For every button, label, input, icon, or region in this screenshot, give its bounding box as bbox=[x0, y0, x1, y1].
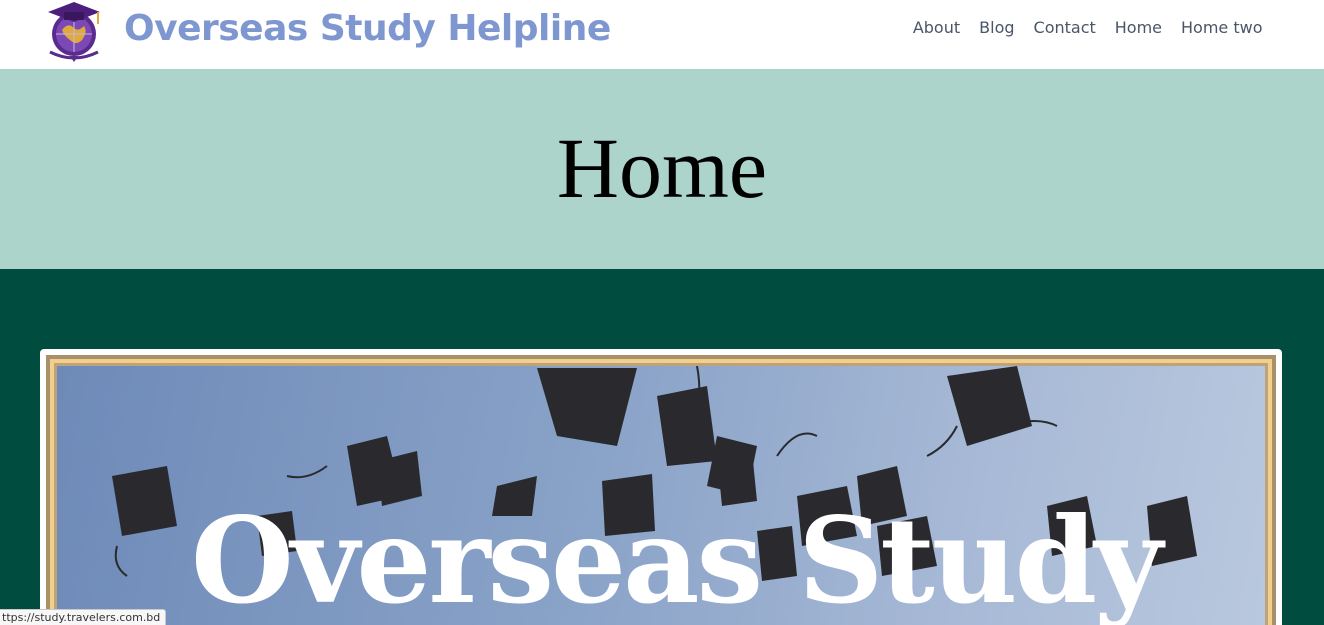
nav-about[interactable]: About bbox=[903, 17, 969, 39]
site-header: Overseas Study Helpline About Blog Conta… bbox=[0, 0, 1324, 69]
main-nav: About Blog Contact Home Home two bbox=[903, 17, 1272, 39]
hero-heading: Overseas Study bbox=[191, 491, 1163, 625]
nav-contact[interactable]: Contact bbox=[1024, 17, 1105, 39]
site-title[interactable]: Overseas Study Helpline bbox=[124, 6, 611, 52]
page-title-banner: Home bbox=[0, 69, 1324, 269]
status-bar-url: ttps://study.travelers.com.bd bbox=[0, 609, 167, 625]
nav-blog[interactable]: Blog bbox=[970, 17, 1024, 39]
hero-card: Overseas Study bbox=[40, 349, 1282, 625]
nav-home[interactable]: Home bbox=[1105, 17, 1171, 39]
page-title: Home bbox=[556, 120, 768, 216]
nav-home-two[interactable]: Home two bbox=[1172, 17, 1272, 39]
hero-frame: Overseas Study bbox=[46, 355, 1276, 625]
graduation-caps-photo: Overseas Study bbox=[57, 366, 1265, 625]
graduation-globe-logo-icon[interactable] bbox=[40, 0, 108, 62]
